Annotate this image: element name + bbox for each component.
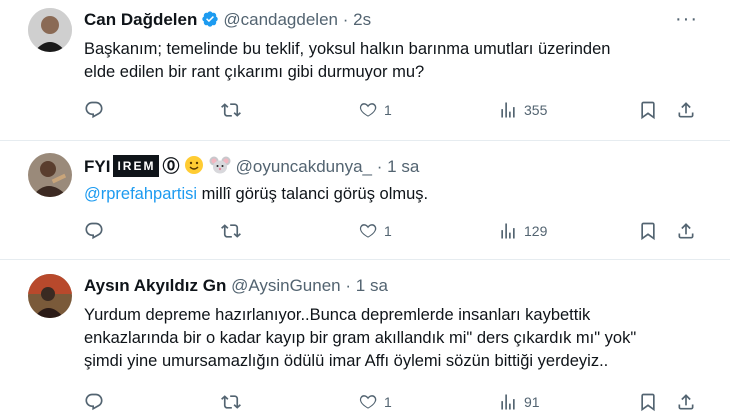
- text-line: Yurdum depreme hazırlanıyor..Bunca depre…: [84, 306, 591, 324]
- retweet-icon: [221, 103, 241, 117]
- like-count: 1: [384, 223, 392, 239]
- views-chart-icon: [501, 223, 515, 239]
- heart-icon: [359, 103, 377, 117]
- share-button[interactable]: [676, 392, 696, 412]
- views-button[interactable]: 91: [498, 392, 540, 412]
- timestamp[interactable]: 1 sa: [387, 157, 419, 176]
- retweet-button[interactable]: [221, 100, 241, 120]
- timestamp[interactable]: 2s: [353, 10, 371, 29]
- bookmark-icon: [641, 222, 655, 241]
- like-count: 1: [384, 394, 392, 410]
- verified-badge-icon: [201, 10, 219, 33]
- tweet-text: Başkanım; temelinde bu teklif, yoksul ha…: [84, 38, 684, 84]
- bookmark-button[interactable]: [638, 221, 658, 241]
- share-button[interactable]: [676, 100, 696, 120]
- views-button[interactable]: 355: [498, 100, 547, 120]
- author-handle[interactable]: @AysinGunen: [231, 276, 341, 295]
- bookmark-button[interactable]: [638, 100, 658, 120]
- text-line: enkazlarında bir o kadar kayıp bir gram …: [84, 329, 637, 347]
- like-button[interactable]: 1: [358, 221, 392, 241]
- smiley-face-icon: [184, 155, 204, 180]
- reply-button[interactable]: [84, 221, 104, 241]
- reply-icon: [85, 101, 103, 119]
- like-button[interactable]: 1: [358, 392, 392, 412]
- text-rest: millî görüş talanci görüş olmuş.: [197, 185, 429, 203]
- heart-icon: [359, 224, 377, 238]
- author-name-suffix[interactable]: ⓪: [162, 157, 179, 176]
- more-options-icon[interactable]: ···: [675, 8, 698, 31]
- tweet-1[interactable]: Can Dağdelen @candagdelen · 2s ··· Başkan…: [0, 0, 730, 150]
- avatar[interactable]: [28, 8, 72, 52]
- author-name[interactable]: Aysın Akyıldız Gn: [84, 276, 226, 295]
- reply-icon: [85, 222, 103, 240]
- author-handle[interactable]: @candagdelen: [223, 10, 338, 29]
- views-count: 355: [524, 102, 548, 118]
- share-icon: [678, 394, 694, 410]
- tweet-text: @rprefahpartisi millî görüş talanci görü…: [84, 183, 684, 206]
- timestamp[interactable]: 1 sa: [356, 276, 388, 295]
- reply-button[interactable]: [84, 392, 104, 412]
- text-line: Başkanım; temelinde bu teklif, yoksul ha…: [84, 40, 611, 58]
- mention-link[interactable]: @rprefahpartisi: [84, 185, 197, 203]
- views-count: 91: [524, 394, 540, 410]
- retweet-button[interactable]: [221, 221, 241, 241]
- action-bar: 1 355: [84, 100, 704, 122]
- mouse-face-icon: [209, 155, 231, 180]
- heart-icon: [359, 395, 377, 409]
- share-button[interactable]: [676, 221, 696, 241]
- text-line: elde edilen bir rant çıkarımı gibi durmu…: [84, 63, 425, 81]
- bookmark-icon: [641, 393, 655, 412]
- avatar[interactable]: [28, 274, 72, 318]
- bookmark-button[interactable]: [638, 392, 658, 412]
- like-count: 1: [384, 102, 392, 118]
- views-chart-icon: [501, 102, 515, 118]
- separator-dot: ·: [345, 276, 352, 295]
- action-bar: 1 129: [84, 221, 704, 243]
- separator-dot: ·: [342, 10, 349, 29]
- retweet-button[interactable]: [221, 392, 241, 412]
- author-name-badge[interactable]: IREM: [113, 155, 160, 177]
- views-button[interactable]: 129: [498, 221, 547, 241]
- author-name[interactable]: Can Dağdelen: [84, 10, 197, 29]
- bookmark-icon: [641, 101, 655, 120]
- share-icon: [678, 102, 694, 118]
- tweet-2[interactable]: FYI IREM ⓪ @oyuncakdunya_ · 1 sa @rprefahp…: [0, 141, 730, 259]
- like-button[interactable]: 1: [358, 100, 392, 120]
- author-name-prefix[interactable]: FYI: [84, 157, 110, 176]
- share-icon: [678, 223, 694, 239]
- retweet-icon: [221, 395, 241, 409]
- avatar[interactable]: [28, 153, 72, 197]
- reply-button[interactable]: [84, 100, 104, 120]
- action-bar: 1 91: [84, 392, 704, 414]
- retweet-icon: [221, 224, 241, 238]
- tweet-text: Yurdum depreme hazırlanıyor..Bunca depre…: [84, 304, 704, 373]
- views-chart-icon: [501, 394, 515, 410]
- separator-dot: ·: [376, 157, 383, 176]
- reply-icon: [85, 393, 103, 411]
- text-line: şimdi yine umursamazlığın ödülü imar Aff…: [84, 352, 609, 370]
- tweet-3[interactable]: Aysın Akyıldız Gn @AysinGunen · 1 sa Yur…: [0, 260, 730, 420]
- author-handle[interactable]: @oyuncakdunya_: [236, 157, 372, 176]
- views-count: 129: [524, 223, 548, 239]
